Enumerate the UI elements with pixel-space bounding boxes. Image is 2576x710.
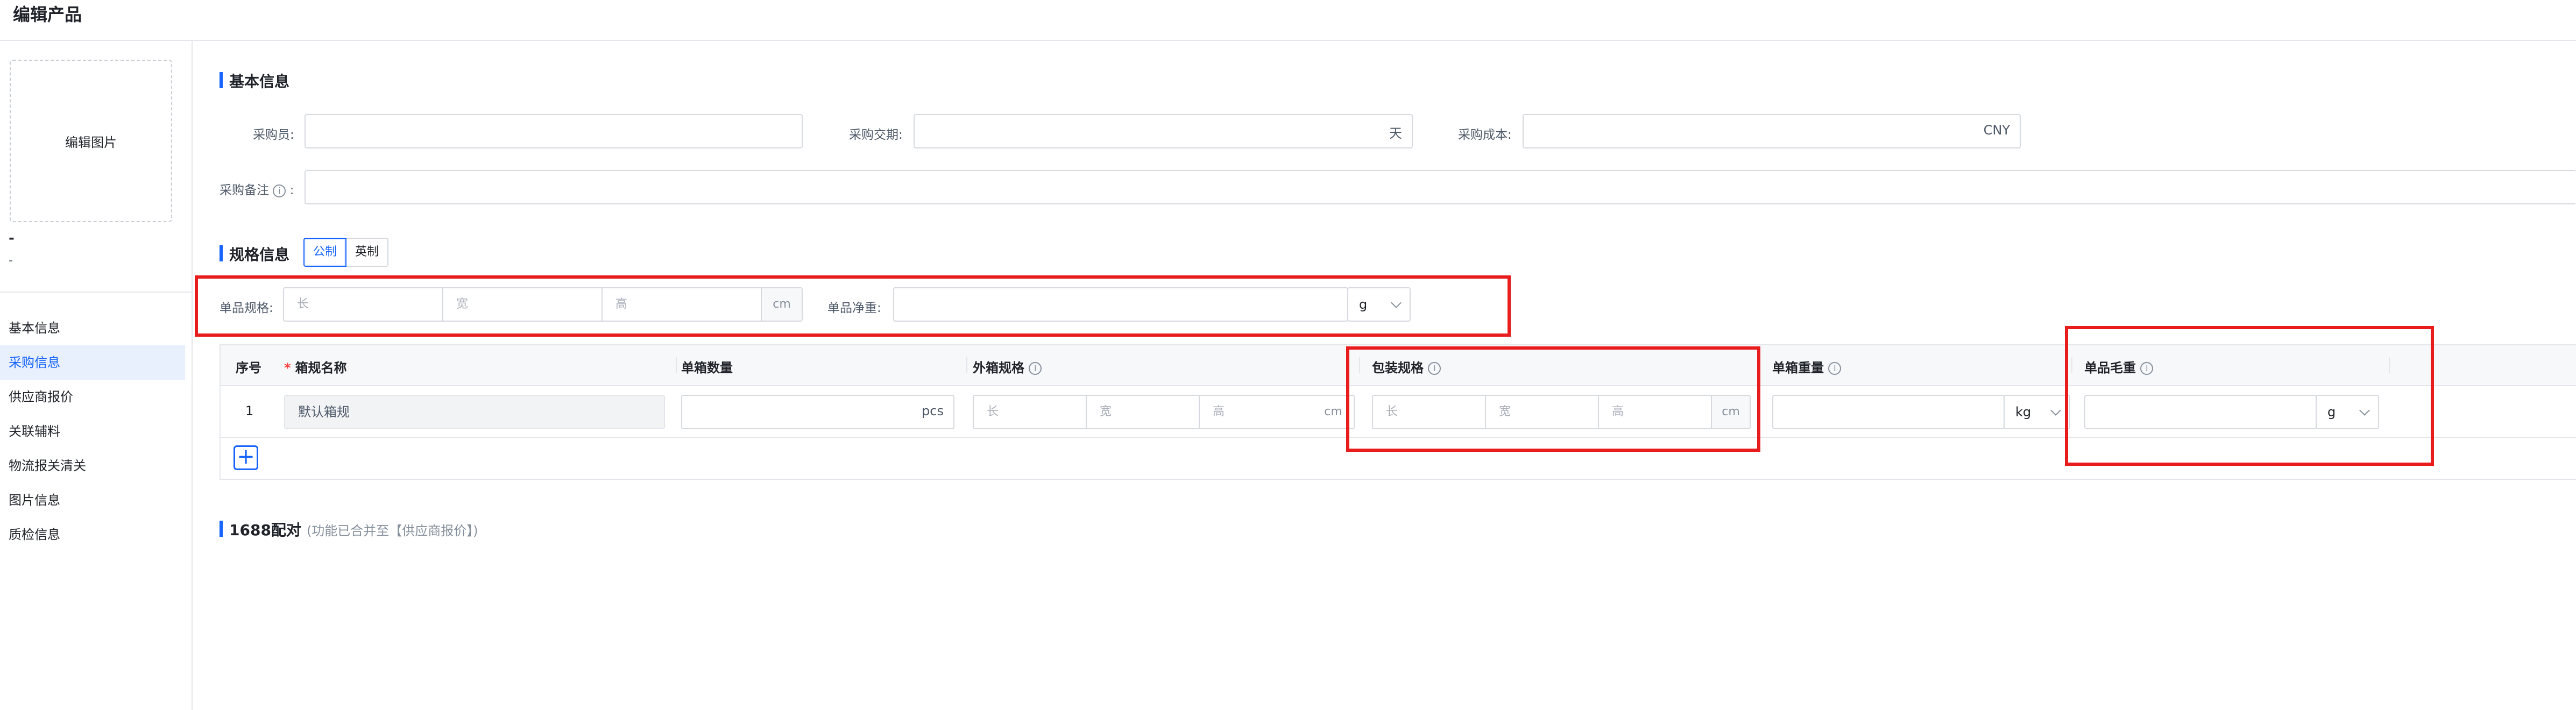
unit-metric-button[interactable]: 公制: [303, 238, 347, 267]
gross-weight-unit-select[interactable]: g: [2316, 395, 2379, 429]
outer-length-input[interactable]: 长: [974, 396, 1087, 428]
column-header-package-size-label: 包装规格: [1372, 360, 1424, 375]
box-weight-unit-value: kg: [2015, 404, 2032, 420]
package-width-input[interactable]: 宽: [1486, 396, 1599, 428]
sidebar-item-logistics[interactable]: 物流报关清关: [0, 449, 185, 483]
product-code: -: [9, 254, 13, 267]
net-weight-unit-select[interactable]: g: [1347, 287, 1411, 322]
net-weight-label: 单品净重:: [827, 301, 881, 315]
info-icon: i: [2140, 362, 2154, 375]
item-size-label: 单品规格:: [220, 301, 273, 315]
column-header-gross-weight-label: 单品毛重: [2084, 360, 2136, 375]
edit-image-label: 编辑图片: [65, 134, 117, 150]
sidebar-item-images[interactable]: 图片信息: [0, 483, 185, 517]
edit-image-button[interactable]: 编辑图片: [10, 60, 172, 222]
info-icon: i: [1428, 362, 1441, 375]
product-name: -: [9, 230, 15, 246]
column-header-package-size: 包装规格 i: [1372, 357, 1441, 376]
item-width-input[interactable]: 宽: [443, 288, 603, 321]
cost-input[interactable]: CNY: [1523, 114, 2021, 148]
info-icon: i: [1828, 362, 1842, 375]
column-divider: [2071, 357, 2072, 373]
item-length-input[interactable]: 长: [284, 288, 443, 321]
unit-toggle: 公制 英制: [303, 238, 389, 267]
gross-weight-input[interactable]: [2084, 395, 2317, 429]
page-title: 编辑产品: [13, 4, 82, 25]
carton-qty-input[interactable]: pcs: [681, 395, 954, 429]
sidebar-item-accessories[interactable]: 关联辅料: [0, 414, 185, 449]
sidebar-item-supplier-quote[interactable]: 供应商报价: [0, 380, 185, 414]
column-header-gross-weight: 单品毛重 i: [2084, 357, 2154, 376]
column-header-outer-size: 外箱规格 i: [973, 357, 1042, 376]
cost-label: 采购成本:: [1458, 128, 1512, 142]
column-divider: [1757, 357, 1758, 373]
remark-input[interactable]: [305, 170, 2576, 204]
sidebar-nav: 基本信息 采购信息 供应商报价 关联辅料 物流报关清关 图片信息 质检信息: [0, 311, 185, 552]
sidebar-item-purchase[interactable]: 采购信息: [0, 345, 185, 380]
column-divider: [966, 357, 967, 373]
package-height-input[interactable]: 高: [1599, 396, 1712, 428]
chevron-down-icon: [2050, 405, 2061, 416]
item-size-unit: cm: [762, 288, 802, 321]
remark-label: 采购备注 i :: [220, 180, 294, 198]
header-bar: 编辑产品: [0, 0, 2576, 41]
sidebar-item-basic[interactable]: 基本信息: [0, 311, 185, 345]
section-title-basic: 基本信息: [220, 70, 289, 91]
outer-width-input[interactable]: 宽: [1087, 396, 1200, 428]
column-divider: [2389, 357, 2390, 373]
carton-name-input[interactable]: 默认箱规: [284, 395, 665, 429]
chevron-down-icon: [2359, 405, 2370, 416]
remark-label-colon: :: [289, 183, 294, 197]
section-title-spec: 规格信息: [220, 243, 289, 265]
table-header: 序号 * 箱规名称 单箱数量 外箱规格 i 包装规格 i 单箱重量 i 单品毛重 …: [221, 345, 2576, 386]
column-divider: [1359, 357, 1360, 373]
column-header-qty: 单箱数量: [681, 360, 733, 375]
package-size-input-group: 长 宽 高 cm: [1372, 395, 1751, 429]
leadtime-input[interactable]: 天: [914, 114, 1413, 148]
package-size-unit: cm: [1712, 396, 1750, 428]
item-size-input-group: 长 宽 高 cm: [283, 287, 803, 322]
section-title-1688-label: 1688配对: [229, 521, 301, 539]
column-header-name-label: 箱规名称: [295, 360, 347, 375]
leadtime-suffix: 天: [1389, 126, 1402, 141]
net-weight-unit-value: g: [1359, 297, 1368, 312]
merge-note: (功能已合并至【供应商报价】): [306, 523, 478, 538]
leadtime-label: 采购交期:: [849, 128, 903, 142]
sidebar: 编辑图片 - - 基本信息 采购信息 供应商报价 关联辅料 物流报关清关 图片信…: [0, 41, 193, 710]
section-title-1688: 1688配对 (功能已合并至【供应商报价】): [220, 519, 478, 540]
column-header-outer-size-label: 外箱规格: [973, 360, 1024, 375]
column-divider: [676, 357, 677, 373]
remark-label-text: 采购备注: [220, 183, 269, 197]
column-header-index: 序号: [236, 360, 261, 375]
sidebar-item-qc[interactable]: 质检信息: [0, 517, 185, 552]
outer-height-input[interactable]: 高: [1200, 396, 1313, 428]
add-row-button[interactable]: +: [233, 445, 258, 470]
cost-suffix: CNY: [1983, 123, 2010, 138]
gross-weight-unit-value: g: [2327, 404, 2336, 420]
row-divider: [221, 437, 2576, 438]
column-header-name: * 箱规名称: [284, 357, 347, 376]
info-icon: i: [273, 184, 286, 197]
buyer-label: 采购员:: [253, 128, 294, 142]
carton-table: 序号 * 箱规名称 单箱数量 外箱规格 i 包装规格 i 单箱重量 i 单品毛重 …: [220, 344, 2576, 480]
sidebar-divider: [0, 292, 192, 293]
info-icon: i: [1029, 362, 1042, 375]
carton-qty-suffix: pcs: [922, 403, 944, 418]
unit-imperial-button[interactable]: 英制: [346, 238, 389, 267]
outer-size-input-group: 长 宽 高 cm: [973, 395, 1355, 429]
package-length-input[interactable]: 长: [1373, 396, 1486, 428]
box-weight-input[interactable]: [1772, 395, 2005, 429]
outer-size-unit: cm: [1313, 396, 1354, 428]
buyer-input[interactable]: [305, 114, 803, 148]
item-height-input[interactable]: 高: [603, 288, 762, 321]
net-weight-input[interactable]: [893, 287, 1348, 322]
required-icon: *: [284, 360, 291, 375]
column-header-box-weight: 单箱重量 i: [1772, 357, 1842, 376]
column-header-box-weight-label: 单箱重量: [1772, 360, 1824, 375]
row-index: 1: [245, 403, 254, 418]
box-weight-unit-select[interactable]: kg: [2004, 395, 2070, 429]
chevron-down-icon: [1391, 297, 1402, 308]
